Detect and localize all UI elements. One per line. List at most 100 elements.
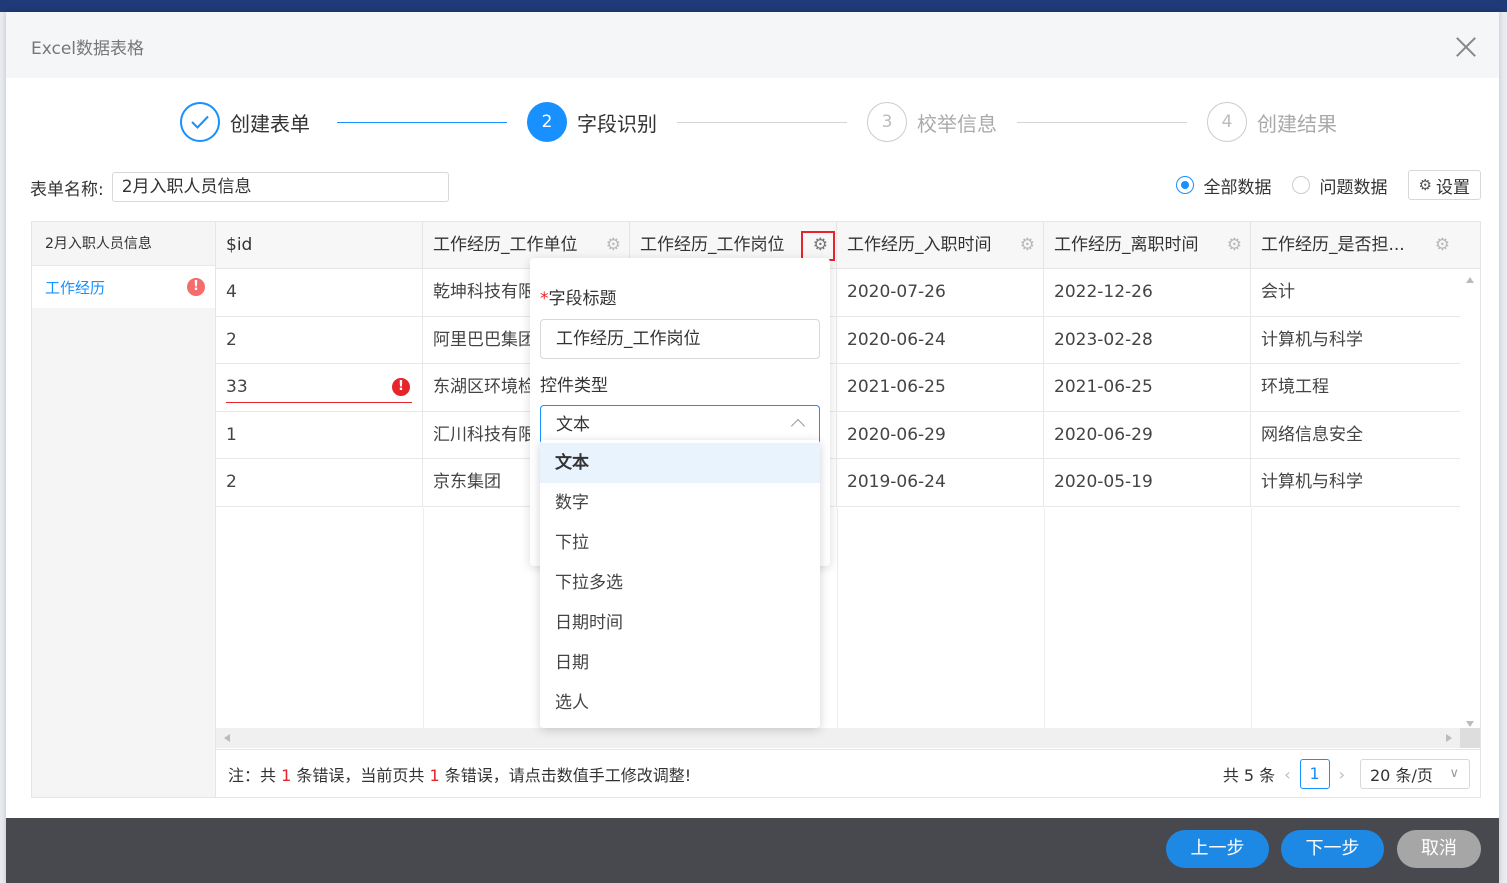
next-page-icon[interactable]: › [1339, 765, 1345, 784]
control-type-select[interactable]: 文本 [540, 405, 820, 445]
grid-header-row: $id 工作经历_工作单位 ⚙ 工作经历_工作岗位 ⚙ 工作经历_入职时间 ⚙ 工作经… [216, 222, 1480, 269]
radio-dot [1175, 176, 1194, 194]
pagination: 共 5 条 ‹ 1 › 20 条/页 ∨ [1223, 759, 1470, 789]
column-divider [837, 508, 838, 728]
table-cell[interactable]: 2020-05-19 [1044, 459, 1251, 506]
step-field-recognition: 2 字段识别 [527, 102, 657, 142]
close-icon[interactable] [1455, 36, 1477, 58]
prev-page-icon[interactable]: ‹ [1284, 765, 1290, 784]
radio-all-data[interactable]: 全部数据 [1175, 173, 1272, 198]
table-cell[interactable]: 2022-12-26 [1044, 269, 1251, 316]
control-type-label: 控件类型 [540, 376, 608, 396]
step-create-form: 创建表单 [180, 102, 310, 142]
table-cell-error[interactable]: 33! [216, 364, 423, 411]
radio-problem-data[interactable]: 问题数据 [1291, 173, 1388, 198]
column-divider [423, 508, 424, 728]
previous-step-button[interactable]: 上一步 [1166, 830, 1269, 868]
gear-icon[interactable]: ⚙ [606, 236, 621, 254]
column-header: 工作经历_入职时间 ⚙ [837, 222, 1044, 268]
step-label: 创建表单 [230, 111, 310, 136]
table-cell[interactable]: 4 [216, 269, 423, 316]
gear-icon[interactable]: ⚙ [1020, 236, 1035, 254]
column-header: 工作经历_离职时间 ⚙ [1044, 222, 1251, 268]
gear-icon[interactable]: ⚙ [1227, 236, 1242, 254]
data-filter: 全部数据 问题数据 ⚙ 设置 [1175, 170, 1481, 200]
scroll-corner [1460, 728, 1480, 748]
radio-label: 全部数据 [1203, 177, 1272, 198]
table-cell[interactable]: 网络信息安全 [1251, 412, 1480, 459]
settings-button[interactable]: ⚙ 设置 [1407, 170, 1481, 200]
scroll-right-icon[interactable] [1446, 734, 1452, 742]
table-row: 1 汇川科技有限 2020-06-29 2020-06-29 网络信息安全 [216, 411, 1480, 459]
table-cell[interactable]: 计算机与科学 [1251, 459, 1480, 506]
sidebar-item-label: 工作经历 [45, 278, 106, 297]
step-label: 字段识别 [577, 111, 657, 136]
table-cell[interactable]: 1 [216, 411, 423, 458]
scroll-up-icon[interactable] [1466, 277, 1474, 283]
step-indicator: 创建表单 2 字段识别 3 校举信息 4 创建结果 [180, 102, 1380, 142]
chevron-up-icon [790, 418, 806, 434]
step-connector [1017, 122, 1187, 123]
dropdown-option[interactable]: 日期 [540, 643, 820, 683]
check-icon [180, 102, 220, 142]
gear-icon: ⚙ [1418, 176, 1432, 194]
table-cell[interactable]: 2020-06-29 [1044, 411, 1251, 458]
table-cell[interactable]: 会计 [1251, 269, 1480, 316]
table-row: 2 阿里巴巴集团 2020-06-24 2023-02-28 计算机与科学 [216, 316, 1480, 364]
field-title-label: *字段标题 [540, 289, 617, 309]
table-cell[interactable]: 环境工程 [1251, 364, 1480, 411]
control-type-dropdown: 文本 数字 下拉 下拉多选 日期时间 日期 选人 [540, 440, 820, 728]
table-cell[interactable]: 2 [216, 459, 423, 506]
table-cell[interactable]: 2021-06-25 [1044, 364, 1251, 411]
form-name-input[interactable]: 2月入职人员信息 [111, 172, 449, 202]
dropdown-option[interactable]: 下拉多选 [540, 563, 820, 603]
table-cell[interactable]: 计算机与科学 [1251, 317, 1480, 364]
dropdown-option[interactable]: 选人 [540, 683, 820, 723]
scroll-left-icon[interactable] [224, 734, 230, 742]
table-row: 33! 东湖区环境检 2021-06-25 2021-06-25 环境工程 [216, 364, 1480, 412]
table-cell[interactable]: 2023-02-28 [1044, 316, 1251, 363]
step-number: 2 [527, 102, 567, 142]
error-icon: ! [187, 278, 205, 296]
table-cell[interactable]: 2 [216, 316, 423, 363]
table-cell[interactable]: 2019-06-24 [837, 459, 1044, 506]
table-footer: 注：共 1 条错误，当前页共 1 条错误，请点击数值手工修改调整! 共 5 条 … [216, 749, 1480, 797]
table-cell[interactable]: 2020-06-29 [837, 411, 1044, 458]
table-cell[interactable]: 2021-06-25 [837, 364, 1044, 411]
page-number[interactable]: 1 [1299, 759, 1330, 789]
dropdown-option[interactable]: 日期时间 [540, 603, 820, 643]
vertical-scrollbar[interactable] [1460, 269, 1480, 729]
table-cell[interactable]: 2020-07-26 [837, 269, 1044, 316]
dropdown-option[interactable]: 下拉 [540, 523, 820, 563]
background-right-edge [1499, 12, 1507, 883]
column-header: 工作经历_是否担... ⚙ [1261, 235, 1450, 255]
step-connector [337, 122, 507, 123]
sheet-sidebar: 2月入职人员信息 工作经历 ! [32, 222, 216, 797]
form-name-label: 表单名称: [30, 179, 104, 200]
horizontal-scrollbar[interactable] [216, 728, 1460, 748]
step-number: 4 [1207, 102, 1247, 142]
error-icon: ! [392, 378, 410, 396]
table-row: 2 京东集团 2019-06-24 2020-05-19 计算机与科学 [216, 459, 1480, 507]
scroll-down-icon[interactable] [1466, 721, 1474, 727]
modal-footer: 上一步 下一步 取消 [6, 818, 1499, 883]
form-name-row: 表单名称: 2月入职人员信息 [30, 172, 449, 202]
table-cell[interactable]: 2020-06-24 [837, 316, 1044, 363]
page-size-select[interactable]: 20 条/页 ∨ [1360, 759, 1470, 789]
dropdown-option[interactable]: 文本 [540, 443, 820, 483]
step-verify-info: 3 校举信息 [867, 102, 997, 142]
step-connector [677, 122, 847, 123]
total-count: 共 5 条 [1222, 766, 1276, 785]
cancel-button[interactable]: 取消 [1397, 830, 1481, 868]
radio-dot [1291, 176, 1310, 194]
field-title-input[interactable]: 工作经历_工作岗位 [540, 319, 820, 359]
table-row: 4 乾坤科技有限 2020-07-26 2022-12-26 会计 [216, 269, 1480, 317]
gear-icon[interactable]: ⚙ [1435, 236, 1450, 254]
modal-title: Excel数据表格 [31, 39, 145, 59]
next-step-button[interactable]: 下一步 [1281, 830, 1384, 868]
sidebar-item-work-experience[interactable]: 工作经历 ! [32, 266, 215, 308]
dropdown-option[interactable]: 数字 [540, 483, 820, 523]
settings-label: 设置 [1436, 177, 1470, 198]
radio-label: 问题数据 [1319, 177, 1388, 198]
chevron-down-icon: ∨ [1449, 766, 1459, 781]
